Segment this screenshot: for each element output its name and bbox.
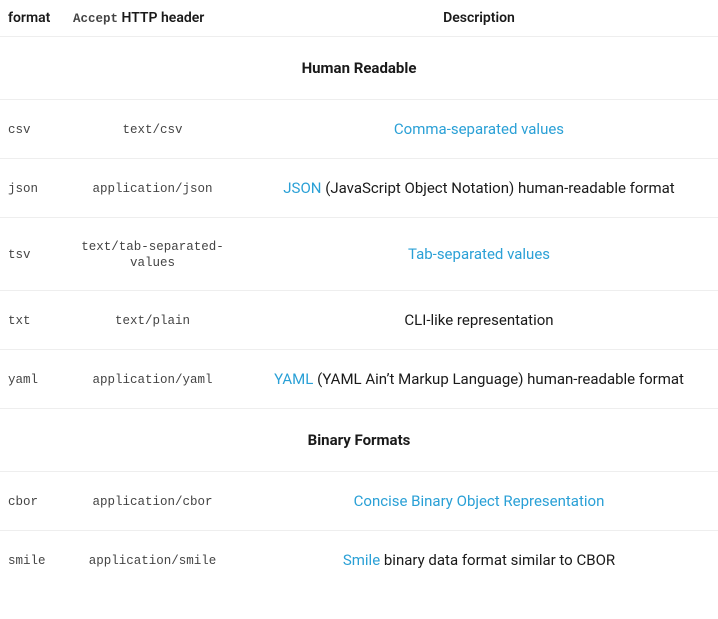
accept-txt: text/plain [115, 314, 190, 328]
desc-smile-suffix: binary data format similar to CBOR [380, 551, 615, 569]
format-csv: csv [8, 123, 31, 137]
row-txt: txt text/plain CLI-like representation [0, 291, 718, 350]
accept-csv: text/csv [122, 123, 182, 137]
accept-json: application/json [92, 182, 212, 196]
format-txt: txt [8, 314, 31, 328]
table-header-row: format Accept HTTP header Description [0, 0, 718, 37]
accept-yaml: application/yaml [92, 373, 212, 387]
format-json: json [8, 182, 38, 196]
row-cbor: cbor application/cbor Concise Binary Obj… [0, 472, 718, 531]
format-yaml: yaml [8, 373, 38, 387]
row-tsv: tsv text/tab-separated-values Tab-separa… [0, 218, 718, 291]
format-smile: smile [8, 554, 46, 568]
desc-cbor-link[interactable]: Concise Binary Object Representation [354, 492, 605, 510]
section-human-readable-label: Human Readable [0, 37, 718, 100]
header-accept-code: Accept [73, 12, 118, 26]
row-csv: csv text/csv Comma-separated values [0, 100, 718, 159]
header-format: format [0, 0, 65, 37]
desc-json-link[interactable]: JSON [283, 179, 321, 197]
desc-yaml-link[interactable]: YAML [274, 370, 313, 388]
header-accept-suffix: HTTP header [118, 10, 204, 26]
formats-table: format Accept HTTP header Description Hu… [0, 0, 718, 589]
section-binary-formats: Binary Formats [0, 409, 718, 472]
section-binary-formats-label: Binary Formats [0, 409, 718, 472]
desc-yaml-suffix: (YAML Ain’t Markup Language) human-reada… [313, 370, 684, 388]
desc-tsv-link[interactable]: Tab-separated values [408, 245, 550, 263]
desc-txt-text: CLI-like representation [404, 311, 553, 329]
accept-smile: application/smile [89, 554, 217, 568]
header-accept: Accept HTTP header [65, 0, 240, 37]
desc-smile-link[interactable]: Smile [343, 551, 380, 569]
desc-csv-link[interactable]: Comma-separated values [394, 120, 564, 138]
header-description: Description [240, 0, 718, 37]
accept-tsv: text/tab-separated-values [81, 240, 224, 270]
format-tsv: tsv [8, 248, 31, 262]
section-human-readable: Human Readable [0, 37, 718, 100]
row-json: json application/json JSON (JavaScript O… [0, 159, 718, 218]
row-yaml: yaml application/yaml YAML (YAML Ain’t M… [0, 350, 718, 409]
format-cbor: cbor [8, 495, 38, 509]
accept-cbor: application/cbor [92, 495, 212, 509]
row-smile: smile application/smile Smile binary dat… [0, 531, 718, 590]
desc-json-suffix: (JavaScript Object Notation) human-reada… [321, 179, 674, 197]
